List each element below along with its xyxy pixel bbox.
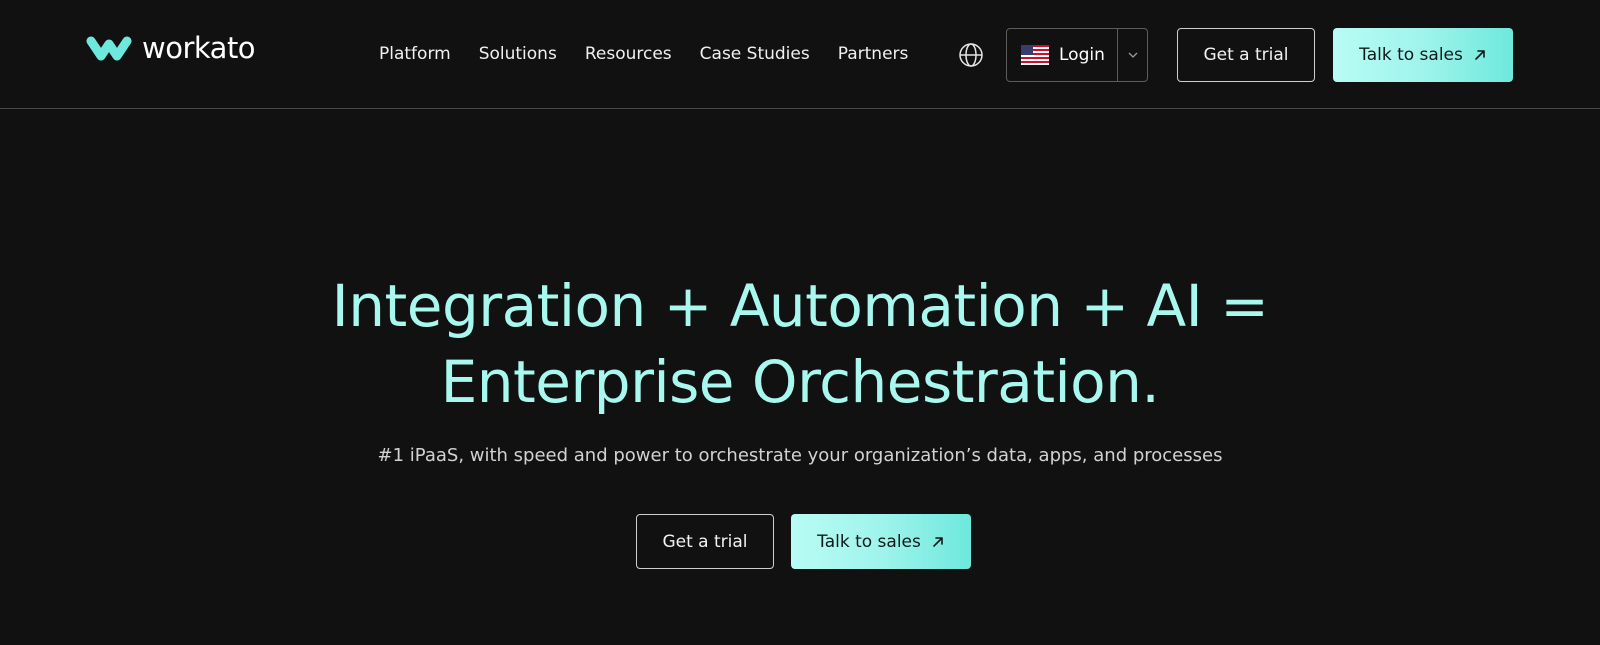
hero-title-line-1: Integration + Automation + AI =	[331, 272, 1269, 340]
nav-item-solutions[interactable]: Solutions	[479, 42, 557, 66]
hero-talk-to-sales-label: Talk to sales	[817, 531, 921, 552]
us-flag-icon	[1021, 45, 1049, 65]
header-get-trial-button[interactable]: Get a trial	[1177, 28, 1315, 82]
hero-title: Integration + Automation + AI = Enterpri…	[0, 268, 1600, 420]
header-talk-to-sales-button[interactable]: Talk to sales	[1333, 28, 1513, 82]
nav-item-resources[interactable]: Resources	[585, 42, 672, 66]
workato-logo-link[interactable]: workato	[85, 31, 256, 65]
login-button[interactable]: Login	[1007, 29, 1117, 81]
hero-get-trial-label: Get a trial	[662, 531, 748, 552]
hero-talk-to-sales-button[interactable]: Talk to sales	[791, 514, 971, 569]
hero-get-trial-button[interactable]: Get a trial	[636, 514, 774, 569]
nav-item-case-studies[interactable]: Case Studies	[700, 42, 810, 66]
site-header: workato Platform Solutions Resources Cas…	[0, 0, 1600, 109]
chevron-down-icon	[1128, 52, 1137, 58]
header-talk-to-sales-label: Talk to sales	[1359, 45, 1463, 65]
workato-wordmark: workato	[142, 31, 256, 65]
login-dropdown-toggle[interactable]	[1117, 29, 1147, 81]
nav-item-partners[interactable]: Partners	[838, 42, 909, 66]
nav-item-platform[interactable]: Platform	[379, 42, 451, 66]
arrow-up-right-icon	[1475, 50, 1485, 60]
arrow-up-right-icon	[933, 536, 943, 547]
hero-subtitle: #1 iPaaS, with speed and power to orches…	[377, 445, 1223, 466]
main-nav: Platform Solutions Resources Case Studie…	[379, 42, 908, 66]
hero-title-line-2: Enterprise Orchestration.	[440, 348, 1160, 416]
login-group: Login	[1006, 28, 1148, 82]
login-label: Login	[1059, 45, 1105, 65]
globe-icon[interactable]	[958, 42, 984, 68]
workato-logo-icon	[86, 36, 132, 61]
header-get-trial-label: Get a trial	[1203, 45, 1289, 65]
